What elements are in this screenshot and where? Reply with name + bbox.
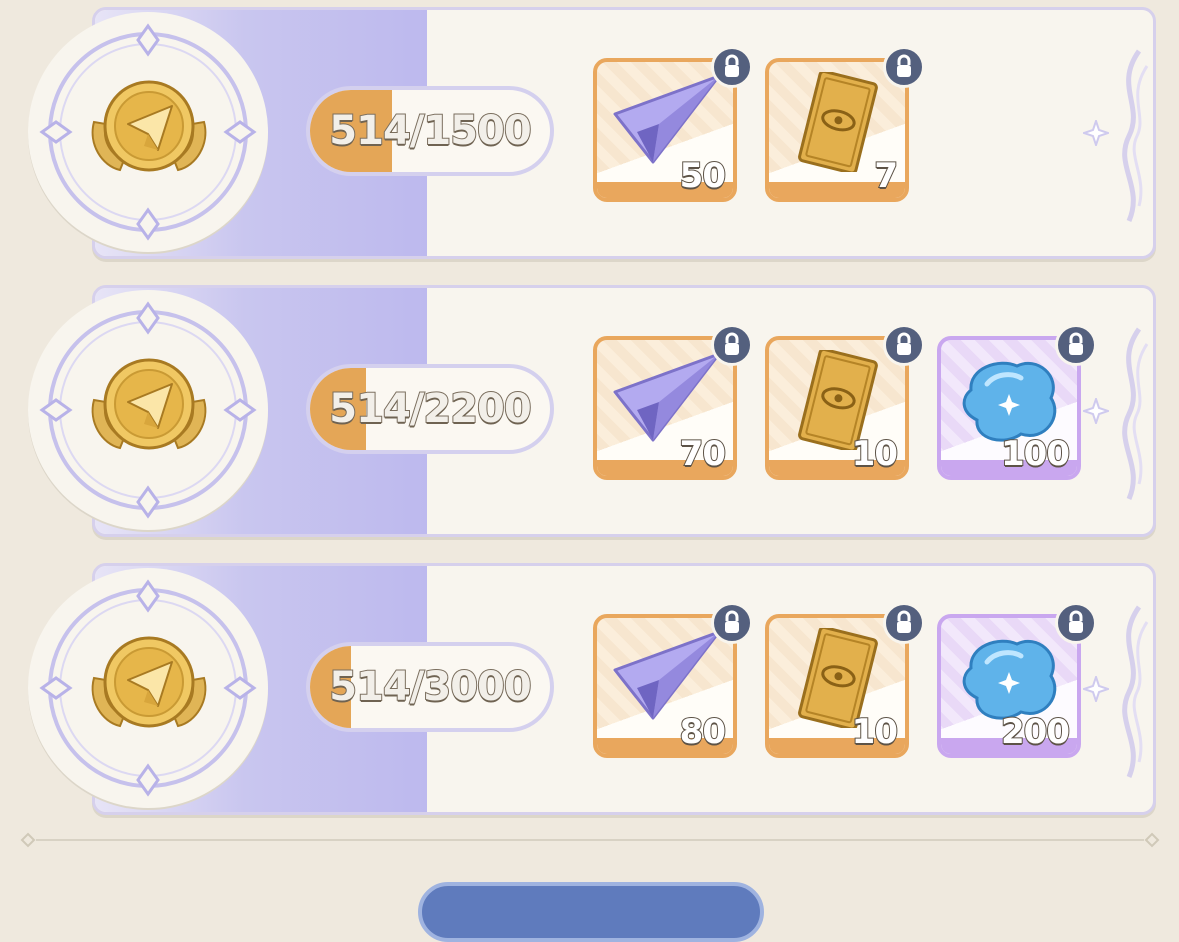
swirl-ornament-icon xyxy=(1122,605,1149,778)
lock-icon xyxy=(883,602,925,644)
progress-label: 514/2200 xyxy=(328,385,532,433)
progress-bar: 514/1500 xyxy=(306,86,554,176)
sparkle-icon xyxy=(1083,398,1109,424)
tier-medallion xyxy=(28,290,268,530)
telegram-coin-icon xyxy=(91,358,207,450)
tier-medallion xyxy=(28,12,268,252)
reward-quantity: 10 xyxy=(851,711,899,753)
progress-bar: 514/3000 xyxy=(306,642,554,732)
swirl-ornament-icon xyxy=(1122,327,1149,500)
bottom-action-button[interactable] xyxy=(418,882,764,942)
reward-quantity: 50 xyxy=(679,155,727,197)
reward-quantity: 80 xyxy=(679,711,727,753)
lock-icon xyxy=(711,324,753,366)
lock-icon xyxy=(711,46,753,88)
reward-quantity: 100 xyxy=(1000,433,1071,475)
progress-bar: 514/2200 xyxy=(306,364,554,454)
progress-label: 514/1500 xyxy=(328,107,532,155)
lock-icon xyxy=(883,324,925,366)
lock-icon xyxy=(711,602,753,644)
tier-medallion xyxy=(28,568,268,808)
reward-quantity: 200 xyxy=(1000,711,1071,753)
telegram-coin-icon xyxy=(91,80,207,172)
reward-quantity: 10 xyxy=(851,433,899,475)
section-divider xyxy=(20,832,1160,848)
telegram-coin-icon xyxy=(91,636,207,728)
progress-label: 514/3000 xyxy=(328,663,532,711)
reward-quantity: 70 xyxy=(679,433,727,475)
sparkle-icon xyxy=(1083,676,1109,702)
lock-icon xyxy=(1055,602,1097,644)
reward-quantity: 7 xyxy=(873,155,899,197)
sparkle-icon xyxy=(1083,120,1109,146)
lock-icon xyxy=(1055,324,1097,366)
swirl-ornament-icon xyxy=(1122,49,1149,222)
lock-icon xyxy=(883,46,925,88)
